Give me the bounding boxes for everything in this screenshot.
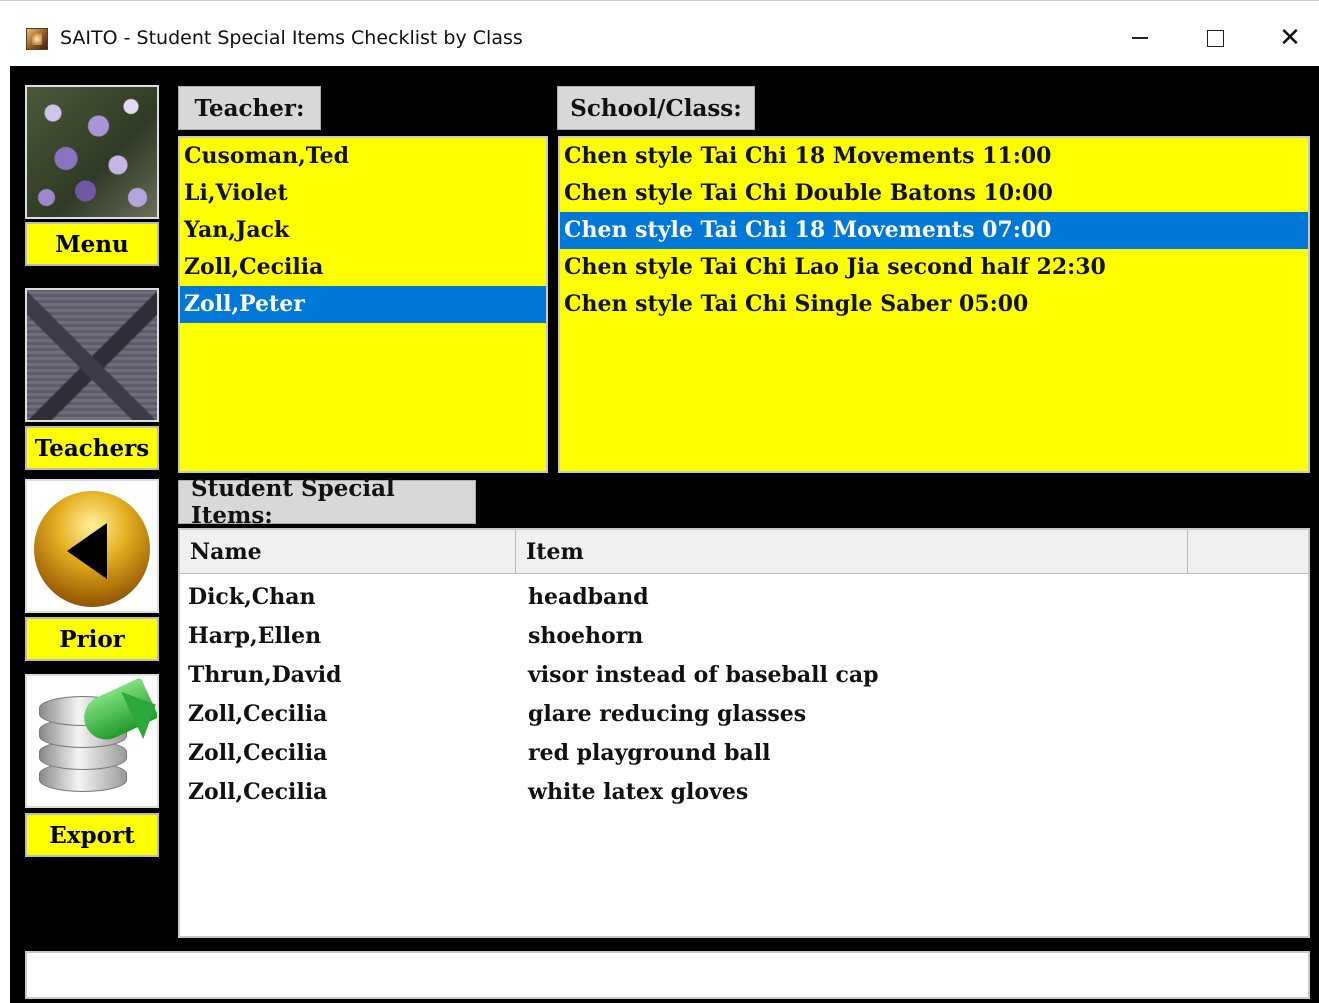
class-list-item[interactable]: Chen style Tai Chi Double Batons 10:00 xyxy=(560,175,1308,212)
class-list-item[interactable]: Chen style Tai Chi 18 Movements 11:00 xyxy=(560,138,1308,175)
column-header-name[interactable]: Name xyxy=(180,530,516,574)
cell-item: visor instead of baseball cap xyxy=(528,662,879,688)
teacher-list-item[interactable]: Yan,Jack xyxy=(180,212,546,249)
class-list-item[interactable]: Chen style Tai Chi Lao Jia second half 2… xyxy=(560,249,1308,286)
table-row[interactable]: Thrun,David visor instead of baseball cap xyxy=(180,656,1308,695)
cell-name: Dick,Chan xyxy=(188,584,316,610)
export-image-button[interactable] xyxy=(25,674,159,808)
app-icon xyxy=(26,28,48,50)
minimize-button[interactable] xyxy=(1110,13,1170,63)
back-arrow-icon xyxy=(67,523,107,579)
prior-image-button[interactable] xyxy=(25,479,159,613)
table-body: Dick,Chan headband Harp,Ellen shoehorn Thrun… xyxy=(180,574,1308,812)
minimize-icon xyxy=(1132,37,1148,39)
class-list-item[interactable]: Chen style Tai Chi Single Saber 05:00 xyxy=(560,286,1308,323)
prior-button[interactable]: Prior xyxy=(25,617,159,661)
student-items-table[interactable]: Name Item Dick,Chan headband Harp,Ellen sho… xyxy=(178,528,1310,938)
table-header: Name Item xyxy=(180,530,1308,574)
table-row[interactable]: Harp,Ellen shoehorn xyxy=(180,617,1308,656)
teachers-image-button[interactable] xyxy=(25,288,159,422)
teachers-button[interactable]: Teachers xyxy=(25,426,159,470)
window-title: SAITO - Student Special Items Checklist … xyxy=(60,27,523,49)
teacher-list-item[interactable]: Cusoman,Ted xyxy=(180,138,546,175)
cell-item: red playground ball xyxy=(528,740,771,766)
cell-name: Thrun,David xyxy=(188,662,342,688)
teacher-list-item[interactable]: Li,Violet xyxy=(180,175,546,212)
column-header-filler xyxy=(1188,530,1308,574)
class-list-item[interactable]: Chen style Tai Chi 18 Movements 07:00 xyxy=(560,212,1308,249)
cell-name: Zoll,Cecilia xyxy=(188,701,328,727)
teacher-listbox[interactable]: Cusoman,Ted Li,Violet Yan,Jack Zoll,Cecilia… xyxy=(178,136,548,473)
teacher-list-item[interactable]: Zoll,Peter xyxy=(180,286,546,323)
menu-image-button[interactable] xyxy=(25,85,159,219)
close-icon: ✕ xyxy=(1279,23,1301,53)
menu-button[interactable]: Menu xyxy=(25,222,159,266)
title-bar: SAITO - Student Special Items Checklist … xyxy=(0,0,1319,66)
cell-name: Zoll,Cecilia xyxy=(188,740,328,766)
table-row[interactable]: Zoll,Cecilia glare reducing glasses xyxy=(180,695,1308,734)
table-row[interactable]: Zoll,Cecilia white latex gloves xyxy=(180,773,1308,812)
cell-name: Harp,Ellen xyxy=(188,623,322,649)
maximize-button[interactable] xyxy=(1185,13,1245,63)
export-button[interactable]: Export xyxy=(25,813,159,857)
teacher-list-item[interactable]: Zoll,Cecilia xyxy=(180,249,546,286)
cell-item: glare reducing glasses xyxy=(528,701,807,727)
school-class-listbox[interactable]: Chen style Tai Chi 18 Movements 11:00 Che… xyxy=(558,136,1310,473)
maximize-icon xyxy=(1206,29,1224,47)
cell-item: white latex gloves xyxy=(528,779,749,805)
student-items-header: Student Special Items: xyxy=(178,475,476,529)
cell-name: Zoll,Cecilia xyxy=(188,779,328,805)
teacher-header: Teacher: xyxy=(178,86,321,130)
close-button[interactable]: ✕ xyxy=(1260,13,1319,63)
status-bar xyxy=(25,951,1310,999)
cell-item: shoehorn xyxy=(528,623,644,649)
school-class-header: School/Class: xyxy=(557,86,755,130)
column-header-item[interactable]: Item xyxy=(516,530,1188,574)
table-row[interactable]: Dick,Chan headband xyxy=(180,578,1308,617)
table-row[interactable]: Zoll,Cecilia red playground ball xyxy=(180,734,1308,773)
main-panel: Menu Teachers Prior Export Teacher: Cuso… xyxy=(10,66,1319,1003)
cell-item: headband xyxy=(528,584,649,610)
